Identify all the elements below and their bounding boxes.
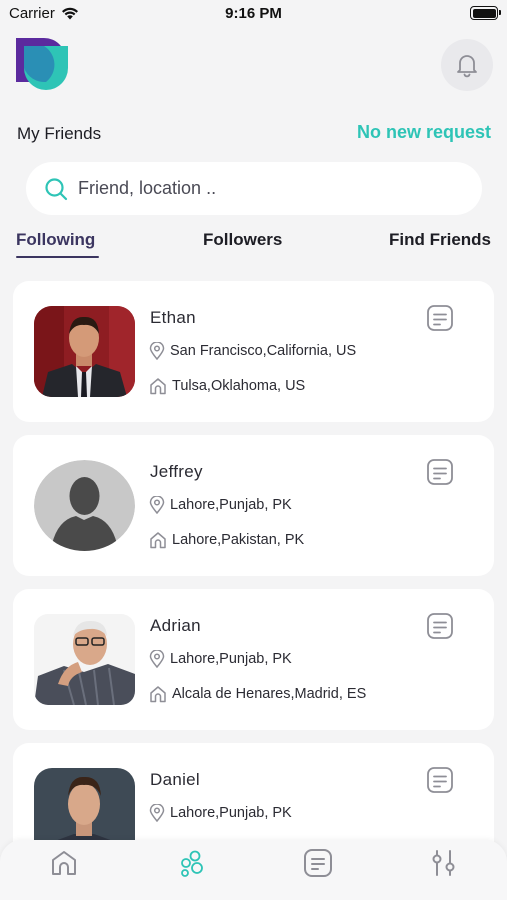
active-tab-indicator bbox=[16, 256, 99, 258]
current-location: Lahore,Punjab, PK bbox=[149, 804, 292, 822]
hometown-text: Alcala de Henares,Madrid, ES bbox=[172, 686, 367, 702]
friend-name: Adrian bbox=[150, 616, 201, 635]
hometown: Tulsa,Oklahoma, US bbox=[149, 377, 305, 395]
message-icon bbox=[427, 459, 453, 485]
home-icon bbox=[150, 378, 166, 395]
hometown: Alcala de Henares,Madrid, ES bbox=[149, 685, 366, 703]
bell-icon bbox=[457, 55, 477, 78]
avatar-placeholder bbox=[34, 460, 135, 551]
location-text: San Francisco,California, US bbox=[170, 343, 357, 359]
hometown: Lahore,Pakistan, PK bbox=[149, 531, 304, 549]
message-button[interactable] bbox=[426, 766, 454, 794]
notifications-button[interactable] bbox=[441, 39, 493, 91]
location-pin-icon bbox=[149, 342, 165, 360]
app-logo bbox=[16, 38, 68, 90]
friend-card[interactable]: Adrian Lahore,Punjab, PK Alcala de Henar… bbox=[13, 589, 494, 730]
settings-sliders-icon bbox=[432, 850, 455, 876]
search-input[interactable] bbox=[78, 178, 438, 199]
bottom-navigation bbox=[0, 840, 507, 900]
tab-following[interactable]: Following bbox=[16, 230, 95, 250]
message-icon bbox=[427, 305, 453, 331]
battery-icon bbox=[470, 6, 501, 20]
hometown-text: Lahore,Pakistan, PK bbox=[172, 532, 305, 548]
avatar bbox=[34, 306, 135, 397]
friend-name: Jeffrey bbox=[150, 462, 203, 481]
status-bar: Carrier 9:16 PM bbox=[0, 0, 507, 28]
tab-find-friends[interactable]: Find Friends bbox=[389, 230, 491, 250]
home-icon bbox=[150, 686, 166, 703]
search-bar[interactable] bbox=[26, 162, 482, 215]
nav-home[interactable] bbox=[49, 848, 79, 878]
current-location: Lahore,Punjab, PK bbox=[149, 496, 292, 514]
messages-icon bbox=[304, 849, 332, 877]
clock: 9:16 PM bbox=[225, 5, 282, 22]
home-icon bbox=[52, 851, 76, 875]
nav-messages[interactable] bbox=[303, 848, 333, 878]
message-button[interactable] bbox=[426, 612, 454, 640]
message-icon bbox=[427, 767, 453, 793]
current-location: San Francisco,California, US bbox=[149, 342, 356, 360]
nav-friends[interactable] bbox=[177, 848, 207, 878]
location-pin-icon bbox=[149, 804, 165, 822]
friend-name: Ethan bbox=[150, 308, 196, 327]
tab-followers[interactable]: Followers bbox=[203, 230, 282, 250]
nav-settings[interactable] bbox=[429, 848, 459, 878]
avatar bbox=[34, 614, 135, 705]
home-icon bbox=[150, 532, 166, 549]
location-text: Lahore,Punjab, PK bbox=[170, 805, 292, 821]
friend-name: Daniel bbox=[150, 770, 200, 789]
message-icon bbox=[427, 613, 453, 639]
friend-card[interactable]: Jeffrey Lahore,Punjab, PK Lahore,Pakista… bbox=[13, 435, 494, 576]
friends-tabs: Following Followers Find Friends bbox=[0, 228, 507, 260]
friend-card[interactable]: Ethan San Francisco,California, US Tulsa… bbox=[13, 281, 494, 422]
page-title: My Friends bbox=[17, 124, 102, 143]
location-text: Lahore,Punjab, PK bbox=[170, 651, 292, 667]
location-pin-icon bbox=[149, 650, 165, 668]
search-icon bbox=[45, 177, 68, 200]
location-pin-icon bbox=[149, 496, 165, 514]
current-location: Lahore,Punjab, PK bbox=[149, 650, 292, 668]
friend-requests-link[interactable]: No new request bbox=[357, 122, 491, 143]
location-text: Lahore,Punjab, PK bbox=[170, 497, 292, 513]
hometown-text: Tulsa,Oklahoma, US bbox=[172, 378, 306, 394]
friends-icon bbox=[181, 850, 203, 877]
message-button[interactable] bbox=[426, 304, 454, 332]
message-button[interactable] bbox=[426, 458, 454, 486]
